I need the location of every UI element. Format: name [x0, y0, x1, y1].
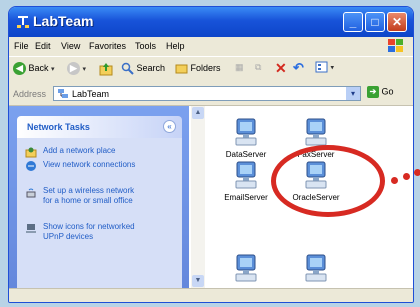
task-pane: Network Tasks « Add a network place View… — [9, 106, 189, 288]
network-icon — [58, 89, 68, 98]
search-label: Search — [136, 62, 166, 73]
menu-bar: File Edit View Favorites Tools Help — [9, 37, 413, 55]
views-button[interactable]: ▾ — [315, 61, 334, 73]
search-button[interactable]: Search — [121, 62, 165, 75]
address-value: LabTeam — [72, 89, 110, 99]
computer-icon — [235, 161, 257, 189]
forward-button[interactable]: ▶ ▾ — [67, 62, 86, 75]
network-tasks-header[interactable]: Network Tasks « — [17, 116, 182, 138]
task-label: View network connections — [43, 160, 136, 169]
computer-icon — [305, 118, 327, 146]
status-bar — [9, 288, 413, 302]
highlight-circle — [271, 145, 385, 217]
network-tasks-body: Add a network place View network connect… — [17, 138, 182, 288]
up-folder-icon[interactable] — [99, 62, 113, 76]
toolbar: ◀ Back ▾ ▶ ▾ Search Folders ▦ ⧉ ✕ ↶ ▾ — [9, 56, 413, 84]
back-button[interactable]: ◀ Back ▾ — [13, 62, 55, 75]
computer-icon — [235, 118, 257, 146]
menu-file[interactable]: File — [14, 41, 29, 51]
callout-dot — [403, 173, 410, 180]
windows-logo-icon — [388, 39, 403, 52]
computer-label: EmailServer — [224, 193, 268, 202]
callout-dot — [391, 177, 398, 184]
folders-button[interactable]: Folders — [175, 62, 221, 75]
task-label: Set up a wireless network for a home or … — [43, 186, 135, 205]
scroll-down-arrow[interactable]: ▼ — [192, 275, 204, 287]
move-to-icon[interactable]: ▦ — [235, 62, 244, 73]
computer-icon — [235, 254, 257, 282]
window-title: LabTeam — [33, 13, 94, 29]
upnp-devices-icon — [26, 224, 36, 233]
views-icon — [315, 61, 328, 73]
network-connections-icon — [26, 161, 36, 171]
collapse-icon[interactable]: « — [163, 120, 176, 133]
address-dropdown[interactable]: ▾ — [346, 87, 360, 100]
title-bar[interactable]: LabTeam _ □ ✕ — [9, 7, 413, 37]
wireless-icon — [26, 188, 36, 198]
delete-icon[interactable]: ✕ — [275, 60, 287, 77]
add-network-place-icon — [25, 147, 37, 158]
scroll-up-arrow[interactable]: ▲ — [192, 107, 204, 119]
go-icon: ➔ — [367, 86, 379, 98]
search-icon — [121, 62, 134, 75]
close-button[interactable]: ✕ — [387, 12, 407, 32]
menu-favorites[interactable]: Favorites — [89, 41, 126, 51]
computer-icon — [305, 254, 327, 282]
network-icon — [17, 16, 29, 28]
folders-label: Folders — [190, 62, 221, 73]
copy-to-icon[interactable]: ⧉ — [255, 62, 261, 73]
back-icon: ◀ — [13, 62, 26, 75]
go-button[interactable]: ➔ Go — [367, 86, 407, 102]
callout-dot — [414, 169, 420, 176]
maximize-button[interactable]: □ — [365, 12, 385, 32]
task-label: Add a network place — [43, 146, 116, 155]
undo-icon[interactable]: ↶ — [293, 60, 304, 76]
address-bar: Address LabTeam ▾ ➔ Go — [9, 83, 413, 106]
go-label: Go — [381, 86, 394, 97]
computer-label: DataServer — [225, 150, 267, 159]
folders-icon — [175, 64, 188, 74]
forward-icon: ▶ — [67, 62, 80, 75]
back-label: Back — [28, 62, 49, 73]
address-input[interactable]: LabTeam ▾ — [53, 86, 361, 101]
vertical-scrollbar[interactable]: ▲ ▼ — [191, 106, 205, 288]
task-label: Show icons for networked UPnP devices — [43, 222, 135, 241]
menu-tools[interactable]: Tools — [135, 41, 156, 51]
menu-edit[interactable]: Edit — [35, 41, 51, 51]
network-tasks-title: Network Tasks — [27, 122, 90, 132]
minimize-button[interactable]: _ — [343, 12, 363, 32]
menu-help[interactable]: Help — [166, 41, 185, 51]
menu-view[interactable]: View — [61, 41, 80, 51]
address-label: Address — [13, 89, 47, 99]
